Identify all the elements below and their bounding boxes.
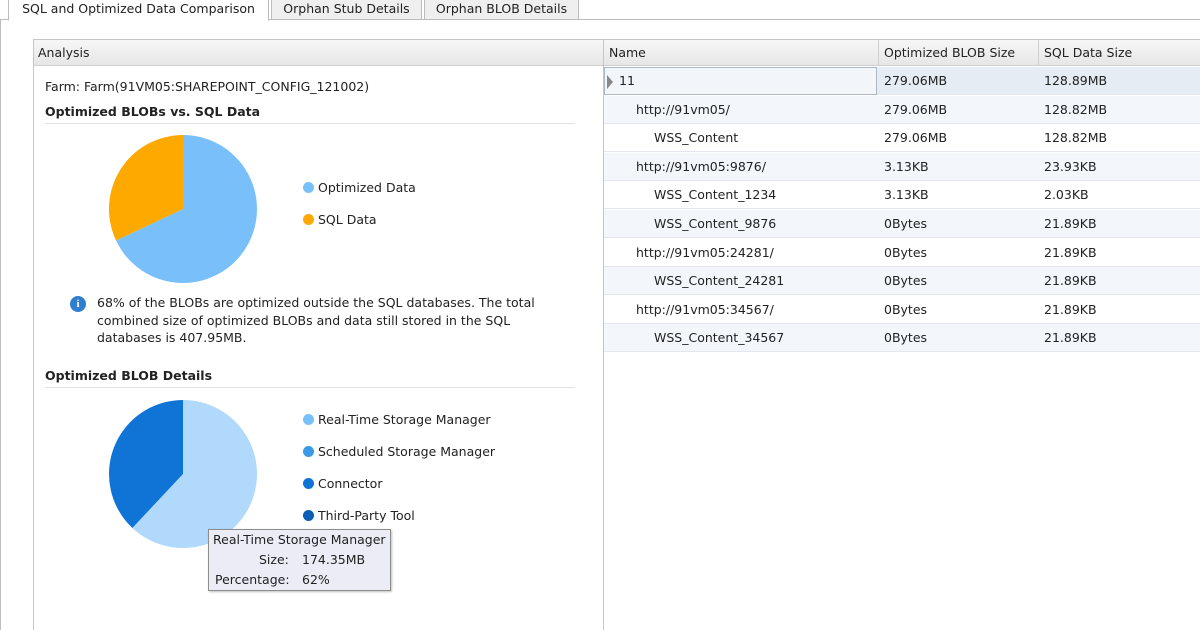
legend-item-real-time-storage-manager: Real-Time Storage Manager [303,412,491,427]
cell-optimized-blob-size: 0Bytes [884,244,928,260]
column-header-optimized-blob-size[interactable]: Optimized BLOB Size [879,40,1039,66]
legend-item-connector: Connector [303,476,382,491]
cell-sql-data-size: 23.93KB [1044,158,1097,174]
section-divider [45,123,575,124]
selected-cell-outline [604,67,877,95]
grid-header: Name Optimized BLOB Size SQL Data Size [604,40,1200,66]
cell-optimized-blob-size: 279.06MB [884,73,948,88]
table-row[interactable]: http://91vm05/279.06MB 128.82MB [604,95,1200,124]
tab-sql-optimized-comparison[interactable]: SQL and Optimized Data Comparison [8,0,269,21]
column-header-sql-data-size[interactable]: SQL Data Size [1039,40,1199,66]
table-row[interactable]: WSS_Content 279.06MB 128.82MB [604,124,1200,153]
expand-arrow-icon[interactable] [607,75,613,89]
table-row[interactable]: http://91vm05:9876/3.13KB 23.93KB [604,152,1200,181]
table-row[interactable]: http://91vm05:34567/0Bytes 21.89KB [604,296,1200,324]
table-row[interactable]: WSS_Content_34567 0Bytes 21.89KB [604,324,1200,353]
cell-optimized-blob-size: 0Bytes [884,216,928,231]
info-text-body: of the BLOBs are optimized outside the S… [97,295,535,345]
cell-optimized-blob-size: 3.13KB [884,158,929,174]
table-row[interactable]: WSS_Content_1234 3.13KB 2.03KB [604,181,1200,210]
cell-optimized-blob-size: 0Bytes [884,301,928,317]
cell-name: WSS_Content_34567 [654,330,785,346]
cell-name: http://91vm05:9876/ [636,158,766,174]
tooltip-size-value: 174.35MB [302,552,366,567]
cell-sql-data-size: 21.89KB [1044,273,1097,289]
cell-name: WSS_Content [654,130,739,146]
column-header-name[interactable]: Name [604,40,878,66]
cell-sql-data-size: 128.89MB [1044,73,1108,88]
table-row[interactable]: WSS_Content_9876 0Bytes 21.89KB [604,210,1200,238]
legend-dot-icon [303,446,314,457]
farm-label: Farm: Farm(91VM05:SHAREPOINT_CONFIG_1210… [45,79,370,94]
pie-chart-blob-details[interactable] [107,398,259,550]
window-edge [0,20,1,630]
info-summary-text: 68% of the BLOBs are optimized outside t… [97,294,577,347]
info-text-end: . [242,330,247,345]
tooltip-title: Real-Time Storage Manager [213,532,386,547]
cell-sql-data-size: 21.89KB [1044,330,1097,346]
analysis-header: Analysis [34,40,603,66]
pie-chart-blobs-vs-sql[interactable] [107,133,259,285]
section-title-blob-details: Optimized BLOB Details [45,368,213,383]
legend-item-scheduled-storage-manager: Scheduled Storage Manager [303,444,495,459]
legend-label: Scheduled Storage Manager [318,444,496,459]
table-row[interactable]: 11 279.06MB 128.89MB [604,67,1200,95]
cell-sql-data-size: 128.82MB [1044,130,1108,146]
info-icon: i [70,296,86,312]
legend-item-optimized-data: Optimized Data [303,180,416,195]
cell-sql-data-size: 128.82MB [1044,101,1108,117]
cell-optimized-blob-size: 279.06MB [884,101,948,117]
legend-dot-icon [303,478,314,489]
info-percent: 68% [97,295,125,310]
tab-orphan-blob-details[interactable]: Orphan BLOB Details [424,0,579,20]
cell-name: WSS_Content_24281 [654,273,785,289]
legend-dot-icon [303,510,314,521]
legend-label: Third-Party Tool [318,508,415,523]
legend-label: Real-Time Storage Manager [318,412,491,427]
cell-sql-data-size: 21.89KB [1044,216,1097,231]
cell-name: http://91vm05/ [636,101,730,117]
legend-dot-icon [303,182,314,193]
tooltip-size-label: Size: [259,552,289,567]
cell-sql-data-size: 21.89KB [1044,301,1097,317]
tooltip-percentage-value: 62% [302,572,330,587]
cell-name: http://91vm05:24281/ [636,244,774,260]
legend-dot-icon [303,414,314,425]
info-total-size: 407.95MB [179,330,243,345]
cell-optimized-blob-size: 279.06MB [884,130,948,146]
legend-item-third-party-tool: Third-Party Tool [303,508,415,523]
section-title-blobs-vs-sql: Optimized BLOBs vs. SQL Data [45,104,261,119]
tooltip-percentage-label: Percentage: [215,572,290,587]
cell-sql-data-size: 2.03KB [1044,187,1089,203]
legend-label: SQL Data [318,212,377,227]
cell-optimized-blob-size: 3.13KB [884,187,929,203]
cell-name: 11 [619,73,635,88]
cell-name: WSS_Content_1234 [654,187,777,203]
cell-name: http://91vm05:34567/ [636,301,774,317]
table-row[interactable]: WSS_Content_24281 0Bytes 21.89KB [604,267,1200,296]
legend-label: Optimized Data [318,180,416,195]
section-divider [45,387,575,388]
legend-dot-icon [303,214,314,225]
cell-sql-data-size: 21.89KB [1044,244,1097,260]
cell-optimized-blob-size: 0Bytes [884,330,928,346]
tab-orphan-stub-details[interactable]: Orphan Stub Details [271,0,422,20]
pie-tooltip: Real-Time Storage Manager Size: 174.35MB… [208,529,391,591]
legend-item-sql-data: SQL Data [303,212,377,227]
cell-optimized-blob-size: 0Bytes [884,273,928,289]
table-row[interactable]: http://91vm05:24281/0Bytes 21.89KB [604,239,1200,267]
cell-name: WSS_Content_9876 [654,216,777,231]
legend-label: Connector [318,476,383,491]
